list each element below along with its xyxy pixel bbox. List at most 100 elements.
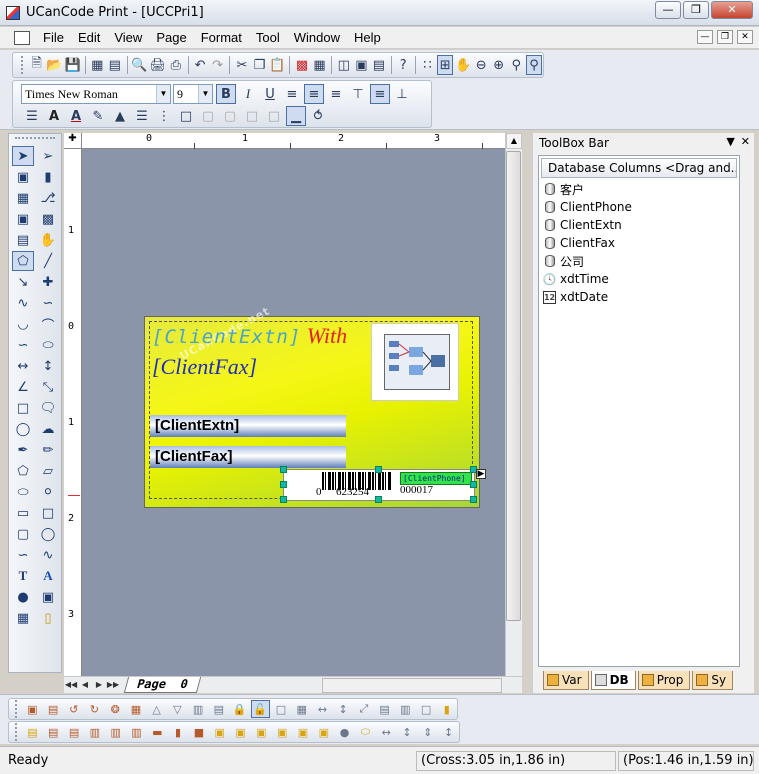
space-equal-icon[interactable]: ⇕: [418, 723, 437, 741]
h-dimension-icon[interactable]: ↔: [12, 356, 34, 376]
mdi-close-button[interactable]: ✕: [737, 30, 753, 44]
tab-var[interactable]: Var: [543, 671, 589, 690]
connect-icon[interactable]: ⥀: [308, 106, 328, 126]
grid-red-icon[interactable]: ▩: [294, 55, 310, 75]
underline-icon[interactable]: U: [260, 84, 280, 104]
s-curve-icon[interactable]: ∿: [37, 545, 59, 565]
redo-icon[interactable]: ↷: [210, 55, 226, 75]
properties-icon[interactable]: ▤: [107, 55, 123, 75]
align-mid-obj-icon[interactable]: ▤: [44, 723, 63, 741]
group-icon[interactable]: ▣: [23, 700, 42, 718]
font-a-icon[interactable]: A: [44, 106, 64, 126]
text-barcode-icon[interactable]: ⎇: [37, 188, 59, 208]
mdi-restore-button[interactable]: ❐: [717, 30, 733, 44]
same-height-icon[interactable]: ▮: [169, 723, 188, 741]
callout-cloud-icon[interactable]: ☁: [37, 419, 59, 439]
image-tool-icon[interactable]: ▣: [12, 167, 34, 187]
callout-rect-icon[interactable]: □: [12, 398, 34, 418]
send-backward-icon[interactable]: ▣: [273, 723, 292, 741]
bring-front-icon[interactable]: ▣: [210, 723, 229, 741]
menu-help[interactable]: Help: [347, 30, 388, 45]
same-size-icon[interactable]: ■: [189, 723, 208, 741]
card-picture[interactable]: [371, 323, 459, 401]
resize-handle[interactable]: [280, 466, 287, 473]
bottom-border-icon[interactable]: ▁: [286, 106, 306, 126]
line-width-icon[interactable]: ☰: [132, 106, 152, 126]
list-item[interactable]: 12 xdtDate: [539, 288, 739, 306]
print-setup-icon[interactable]: ⎙: [168, 55, 184, 75]
first-page-icon[interactable]: ◀◀: [64, 678, 78, 692]
undo-icon[interactable]: ↶: [192, 55, 208, 75]
palette-grip[interactable]: [15, 137, 55, 141]
arrow-line-icon[interactable]: ↘: [12, 272, 34, 292]
layer-icon[interactable]: ◫: [336, 55, 352, 75]
picture-icon[interactable]: ▩: [37, 209, 59, 229]
v-dimension-icon[interactable]: ↕: [37, 356, 59, 376]
menu-tool[interactable]: Tool: [249, 30, 287, 45]
list-item[interactable]: 客户: [539, 180, 739, 198]
align-right-icon[interactable]: ≡: [326, 84, 346, 104]
round-shape-icon[interactable]: ◯: [37, 524, 59, 544]
help-icon[interactable]: ?: [395, 55, 411, 75]
zoom-fit-icon[interactable]: ⚲: [509, 55, 525, 75]
pencil-icon[interactable]: ✏: [37, 440, 59, 460]
space-fit-icon[interactable]: ↕: [439, 723, 458, 741]
center-v-icon[interactable]: ▥: [396, 700, 415, 718]
barcode-phone-tag[interactable]: [ClientPhone]: [400, 472, 472, 485]
space-h-icon[interactable]: ↔: [377, 723, 396, 741]
fill-color-icon[interactable]: ▲: [110, 106, 130, 126]
align-left-obj-icon[interactable]: ▥: [85, 723, 104, 741]
card-title-line2[interactable]: [ClientFax]: [152, 354, 257, 380]
paste-icon[interactable]: 📋: [269, 55, 285, 75]
resize-handle[interactable]: [375, 466, 382, 473]
dotted-curve-icon[interactable]: ∽: [12, 545, 34, 565]
size-height-icon[interactable]: ↕: [334, 700, 353, 718]
column-tool-icon[interactable]: ▯: [37, 608, 59, 628]
angle-dimension-icon[interactable]: ∠: [12, 377, 34, 397]
text-tool-icon[interactable]: T: [12, 566, 34, 586]
size-width-icon[interactable]: ↔: [313, 700, 332, 718]
design-canvas[interactable]: ✚ 0 1 2 3 1 0 1 2 3 UCanCode.net [Client…: [64, 133, 522, 676]
page-tab-0[interactable]: Page 0: [123, 677, 201, 693]
hand-tool-icon[interactable]: ✋: [37, 230, 59, 250]
data-source-icon[interactable]: ▦: [89, 55, 105, 75]
font-size-combo[interactable]: 9 ▼: [173, 84, 213, 104]
space-v-icon[interactable]: ↕: [398, 723, 417, 741]
order-icon[interactable]: ▮: [437, 700, 456, 718]
freeform-icon[interactable]: ∽: [37, 293, 59, 313]
toolbar-grip[interactable]: [15, 723, 18, 741]
rich-text-icon[interactable]: A: [37, 566, 59, 586]
resize-handle[interactable]: [470, 481, 477, 488]
ungroup-icon[interactable]: ▤: [44, 700, 63, 718]
tab-db[interactable]: DB: [590, 671, 636, 690]
align-center-obj-icon[interactable]: ▥: [106, 723, 125, 741]
align-top-obj-icon[interactable]: ▤: [23, 723, 42, 741]
pen-icon[interactable]: ✒: [12, 440, 34, 460]
ole-object-icon[interactable]: ●: [12, 587, 34, 607]
align-center-icon[interactable]: ≡: [304, 84, 324, 104]
scroll-up-arrow[interactable]: ▲: [506, 133, 522, 149]
frame-icon[interactable]: ▢: [220, 106, 240, 126]
hand-pan-icon[interactable]: ✋: [455, 55, 471, 75]
restore-button[interactable]: ❐: [683, 1, 709, 19]
grid-dots-icon[interactable]: ∷: [420, 55, 436, 75]
align-middle-icon[interactable]: ≡: [370, 84, 390, 104]
circle-icon[interactable]: ⚪: [37, 482, 59, 502]
resize-handle[interactable]: [280, 481, 287, 488]
menu-edit[interactable]: Edit: [71, 30, 107, 45]
picture-frame-icon[interactable]: ▣: [12, 209, 34, 229]
font-name-combo[interactable]: Times New Roman ▼: [21, 84, 171, 104]
send-back-icon[interactable]: ▣: [231, 723, 250, 741]
size-both-icon[interactable]: ⤢: [355, 700, 374, 718]
print-preview-icon[interactable]: 🔍: [131, 55, 147, 75]
font-color-icon[interactable]: A: [66, 106, 86, 126]
bold-icon[interactable]: B: [216, 84, 236, 104]
border-icon[interactable]: □: [176, 106, 196, 126]
bracket-icon[interactable]: □: [242, 106, 262, 126]
parallelogram-icon[interactable]: ▱: [37, 461, 59, 481]
bring-forward-icon[interactable]: ▣: [252, 723, 271, 741]
chevron-down-icon[interactable]: ▼: [156, 85, 170, 103]
table-icon[interactable]: ▦: [312, 55, 328, 75]
next-page-icon[interactable]: ▶: [92, 678, 106, 692]
rotate-right-icon[interactable]: ↻: [85, 700, 104, 718]
